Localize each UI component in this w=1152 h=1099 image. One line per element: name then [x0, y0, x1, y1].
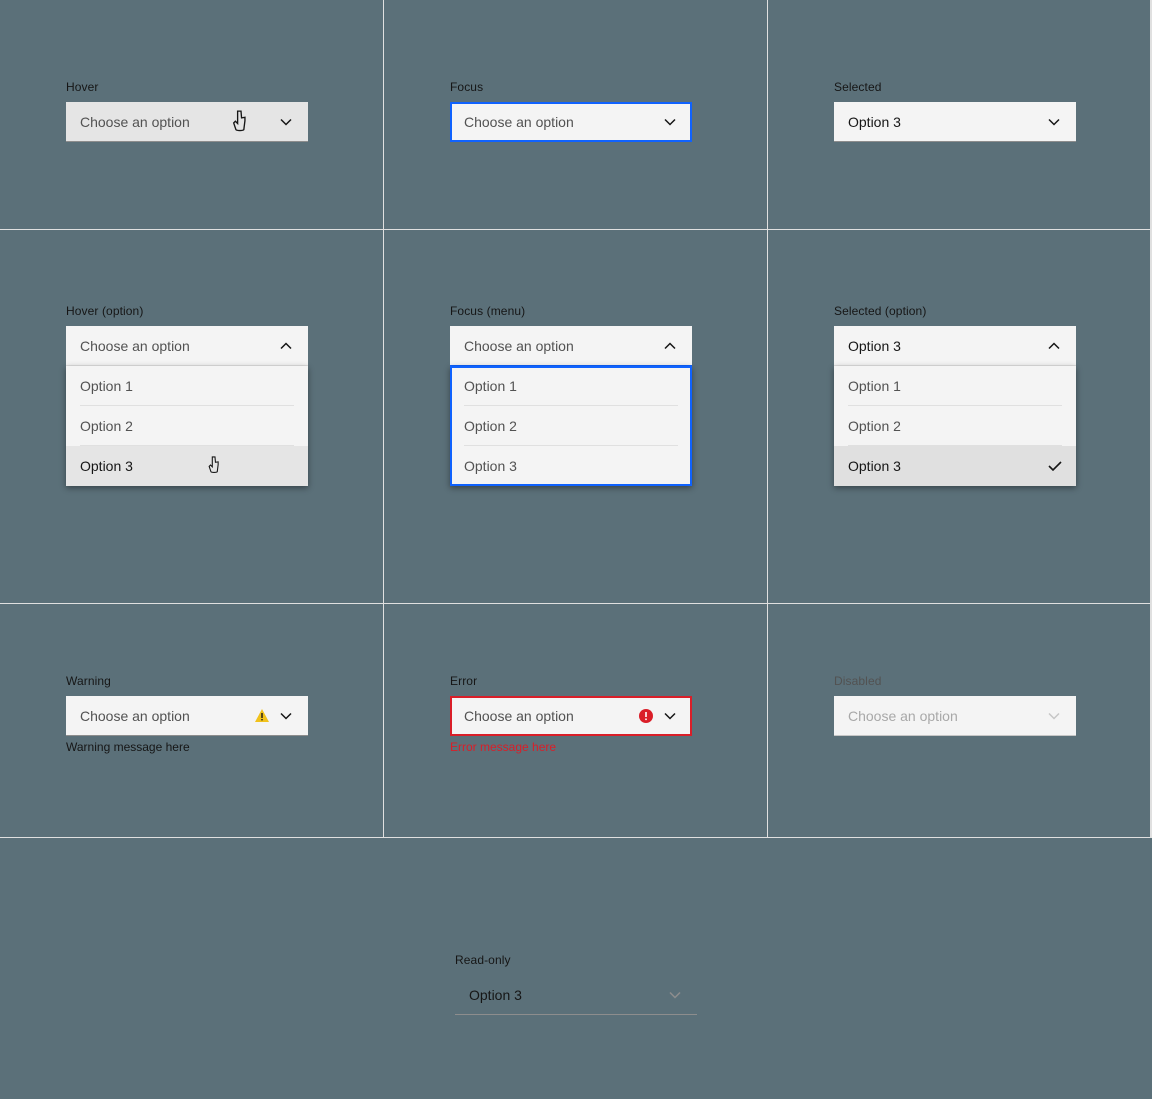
readonly-row: Read-only Option 3 [0, 838, 1152, 1015]
chevron-down-icon [278, 114, 294, 130]
dropdown-open-focus[interactable]: Choose an option [450, 326, 692, 366]
dropdown-option[interactable]: Option 3 [450, 446, 692, 486]
cell-error: Error Choose an option Error message her… [384, 604, 768, 838]
state-label: Warning [66, 674, 383, 688]
dropdown-option[interactable]: Option 2 [834, 406, 1076, 446]
dropdown-option[interactable]: Option 1 [66, 366, 308, 406]
dropdown-menu: Option 1 Option 2 Option 3 [834, 366, 1076, 486]
dropdown-focus[interactable]: Choose an option [450, 102, 692, 142]
warning-helper-text: Warning message here [66, 740, 383, 754]
dropdown-text: Choose an option [464, 338, 662, 354]
dropdown-text: Choose an option [464, 114, 662, 130]
chevron-down-icon [1046, 114, 1062, 130]
state-label: Disabled [834, 674, 1150, 688]
cell-hover-option: Hover (option) Choose an option Option 1… [0, 230, 384, 604]
cell-disabled: Disabled Choose an option [768, 604, 1152, 838]
dropdown-option-hover[interactable]: Option 3 [66, 446, 308, 486]
cell-focus: Focus Choose an option [384, 0, 768, 230]
error-helper-text: Error message here [450, 740, 767, 754]
warning-icon [254, 708, 270, 724]
dropdown-text: Choose an option [848, 708, 1046, 724]
dropdown-menu: Option 1 Option 2 Option 3 [66, 366, 308, 486]
dropdown-selected[interactable]: Option 3 [834, 102, 1076, 142]
dropdown-text: Option 3 [848, 338, 1046, 354]
chevron-down-icon [1046, 708, 1062, 724]
dropdown-option-selected[interactable]: Option 3 [834, 446, 1076, 486]
cell-focus-menu: Focus (menu) Choose an option Option 1 O… [384, 230, 768, 604]
dropdown-open-selected[interactable]: Option 3 [834, 326, 1076, 366]
dropdown-open-hover[interactable]: Choose an option [66, 326, 308, 366]
dropdown-text: Option 3 [848, 114, 1046, 130]
dropdown-readonly: Option 3 [455, 975, 697, 1015]
dropdown-text: Choose an option [80, 708, 254, 724]
chevron-up-icon [662, 338, 678, 354]
cell-warning: Warning Choose an option Warning message… [0, 604, 384, 838]
chevron-down-icon [667, 987, 683, 1003]
state-label: Selected [834, 80, 1150, 94]
pointer-cursor-icon [232, 112, 250, 132]
state-label: Hover [66, 80, 383, 94]
state-label: Selected (option) [834, 304, 1150, 318]
checkmark-icon [1048, 458, 1062, 474]
dropdown-text: Choose an option [80, 338, 278, 354]
dropdown-disabled: Choose an option [834, 696, 1076, 736]
chevron-up-icon [1046, 338, 1062, 354]
dropdown-hover[interactable]: Choose an option [66, 102, 308, 142]
state-label: Focus [450, 80, 767, 94]
state-label: Error [450, 674, 767, 688]
chevron-down-icon [278, 708, 294, 724]
chevron-down-icon [662, 114, 678, 130]
cell-selected-option: Selected (option) Option 3 Option 1 Opti… [768, 230, 1152, 604]
dropdown-option[interactable]: Option 2 [450, 406, 692, 446]
pointer-cursor-icon [207, 456, 223, 477]
dropdown-text: Choose an option [80, 114, 232, 130]
state-label: Read-only [455, 953, 697, 967]
chevron-down-icon [662, 708, 678, 724]
cell-hover: Hover Choose an option [0, 0, 384, 230]
dropdown-text: Choose an option [464, 708, 638, 724]
chevron-up-icon [278, 338, 294, 354]
dropdown-text: Option 3 [469, 987, 667, 1003]
dropdown-option[interactable]: Option 1 [834, 366, 1076, 406]
state-label: Focus (menu) [450, 304, 767, 318]
cell-selected: Selected Option 3 [768, 0, 1152, 230]
dropdown-warning[interactable]: Choose an option [66, 696, 308, 736]
state-label: Hover (option) [66, 304, 383, 318]
dropdown-option[interactable]: Option 1 [450, 366, 692, 406]
dropdown-option[interactable]: Option 2 [66, 406, 308, 446]
error-icon [638, 708, 654, 724]
dropdown-menu-focus: Option 1 Option 2 Option 3 [450, 366, 692, 486]
dropdown-error[interactable]: Choose an option [450, 696, 692, 736]
